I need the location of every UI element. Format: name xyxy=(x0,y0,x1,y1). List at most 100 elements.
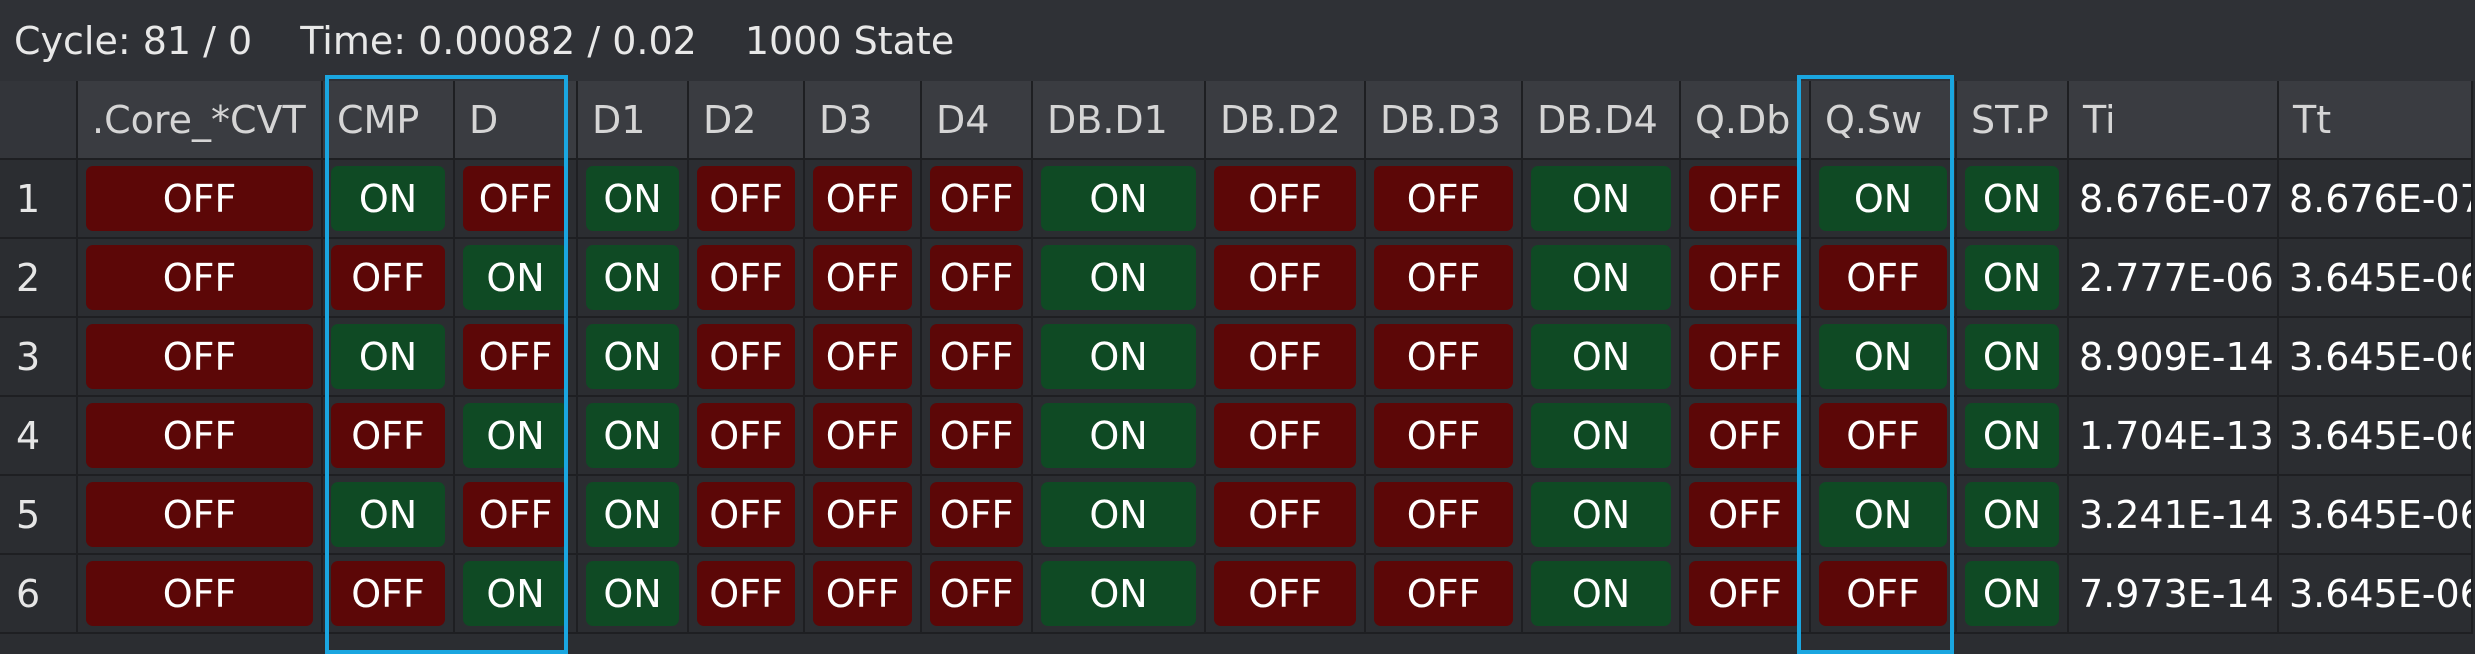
cell-tt[interactable]: 8.676E-07 xyxy=(2279,160,2473,239)
cell-ti[interactable]: 2.777E-06 xyxy=(2069,239,2279,318)
cell-core_cvt[interactable]: OFF xyxy=(78,476,323,555)
cell-db_d1[interactable]: ON xyxy=(1033,160,1206,239)
column-header-d3[interactable]: D3 xyxy=(805,81,922,160)
cell-tt[interactable]: 3.645E-06 xyxy=(2279,555,2473,634)
cell-d2[interactable]: OFF xyxy=(689,555,805,634)
cell-st_p[interactable]: ON xyxy=(1957,318,2069,397)
cell-core_cvt[interactable]: OFF xyxy=(78,318,323,397)
cell-db_d3[interactable]: OFF xyxy=(1366,397,1523,476)
column-header-db_d4[interactable]: DB.D4 xyxy=(1523,81,1681,160)
cell-ti[interactable]: 8.676E-07 xyxy=(2069,160,2279,239)
column-header-row[interactable] xyxy=(0,81,78,160)
table-row[interactable]: 2 OFF OFF ON ON OFF OFF OFF ON OFF OFF ON OFF OFF ON 2.… xyxy=(0,239,2475,318)
cell-d3[interactable]: OFF xyxy=(805,555,922,634)
cell-db_d2[interactable]: OFF xyxy=(1206,239,1366,318)
cell-db_d2[interactable]: OFF xyxy=(1206,318,1366,397)
cell-d[interactable]: OFF xyxy=(455,318,578,397)
cell-db_d2[interactable]: OFF xyxy=(1206,397,1366,476)
cell-tt[interactable]: 3.645E-06 xyxy=(2279,397,2473,476)
cell-d3[interactable]: OFF xyxy=(805,397,922,476)
cell-d4[interactable]: OFF xyxy=(922,397,1033,476)
cell-d3[interactable]: OFF xyxy=(805,239,922,318)
cell-q_sw[interactable]: OFF xyxy=(1811,397,1957,476)
cell-tt[interactable]: 3.645E-06 xyxy=(2279,318,2473,397)
cell-db_d1[interactable]: ON xyxy=(1033,239,1206,318)
column-header-d1[interactable]: D1 xyxy=(578,81,689,160)
cell-d4[interactable]: OFF xyxy=(922,160,1033,239)
cell-d2[interactable]: OFF xyxy=(689,397,805,476)
column-header-db_d3[interactable]: DB.D3 xyxy=(1366,81,1523,160)
cell-db_d1[interactable]: ON xyxy=(1033,397,1206,476)
cell-q_sw[interactable]: ON xyxy=(1811,476,1957,555)
column-header-q_db[interactable]: Q.Db xyxy=(1681,81,1811,160)
column-header-q_sw[interactable]: Q.Sw xyxy=(1811,81,1957,160)
cell-q_db[interactable]: OFF xyxy=(1681,476,1811,555)
cell-ti[interactable]: 3.241E-14 xyxy=(2069,476,2279,555)
cell-db_d4[interactable]: ON xyxy=(1523,239,1681,318)
cell-d4[interactable]: OFF xyxy=(922,555,1033,634)
cell-st_p[interactable]: ON xyxy=(1957,476,2069,555)
cell-db_d2[interactable]: OFF xyxy=(1206,555,1366,634)
cell-q_db[interactable]: OFF xyxy=(1681,160,1811,239)
cell-tt[interactable]: 3.645E-06 xyxy=(2279,239,2473,318)
cell-db_d3[interactable]: OFF xyxy=(1366,555,1523,634)
cell-core_cvt[interactable]: OFF xyxy=(78,160,323,239)
cell-d2[interactable]: OFF xyxy=(689,160,805,239)
cell-db_d1[interactable]: ON xyxy=(1033,555,1206,634)
column-header-db_d2[interactable]: DB.D2 xyxy=(1206,81,1366,160)
cell-d3[interactable]: OFF xyxy=(805,476,922,555)
cell-ti[interactable]: 1.704E-13 xyxy=(2069,397,2279,476)
cell-d[interactable]: ON xyxy=(455,555,578,634)
cell-q_db[interactable]: OFF xyxy=(1681,555,1811,634)
column-header-d2[interactable]: D2 xyxy=(689,81,805,160)
column-header-ti[interactable]: Ti xyxy=(2069,81,2279,160)
cell-ti[interactable]: 8.909E-14 xyxy=(2069,318,2279,397)
cell-d2[interactable]: OFF xyxy=(689,239,805,318)
cell-st_p[interactable]: ON xyxy=(1957,397,2069,476)
cell-d1[interactable]: ON xyxy=(578,318,689,397)
column-header-d4[interactable]: D4 xyxy=(922,81,1033,160)
cell-d1[interactable]: ON xyxy=(578,239,689,318)
cell-q_sw[interactable]: ON xyxy=(1811,318,1957,397)
cell-core_cvt[interactable]: OFF xyxy=(78,555,323,634)
column-header-cmp[interactable]: CMP xyxy=(323,81,455,160)
column-header-d[interactable]: D xyxy=(455,81,578,160)
table-row[interactable]: 5 OFF ON OFF ON OFF OFF OFF ON OFF OFF ON OFF ON ON 3.2… xyxy=(0,476,2475,555)
cell-d[interactable]: ON xyxy=(455,239,578,318)
cell-d[interactable]: ON xyxy=(455,397,578,476)
cell-d1[interactable]: ON xyxy=(578,160,689,239)
cell-db_d3[interactable]: OFF xyxy=(1366,239,1523,318)
cell-d1[interactable]: ON xyxy=(578,476,689,555)
cell-cmp[interactable]: ON xyxy=(323,318,455,397)
cell-d[interactable]: OFF xyxy=(455,160,578,239)
cell-d3[interactable]: OFF xyxy=(805,318,922,397)
cell-q_db[interactable]: OFF xyxy=(1681,239,1811,318)
cell-st_p[interactable]: ON xyxy=(1957,160,2069,239)
cell-db_d4[interactable]: ON xyxy=(1523,555,1681,634)
cell-d4[interactable]: OFF xyxy=(922,239,1033,318)
cell-db_d1[interactable]: ON xyxy=(1033,318,1206,397)
cell-db_d1[interactable]: ON xyxy=(1033,476,1206,555)
cell-core_cvt[interactable]: OFF xyxy=(78,239,323,318)
cell-d4[interactable]: OFF xyxy=(922,318,1033,397)
table-row[interactable]: 3 OFF ON OFF ON OFF OFF OFF ON OFF OFF ON OFF ON ON 8.9… xyxy=(0,318,2475,397)
cell-d2[interactable]: OFF xyxy=(689,476,805,555)
cell-q_sw[interactable]: OFF xyxy=(1811,555,1957,634)
cell-st_p[interactable]: ON xyxy=(1957,555,2069,634)
cell-cmp[interactable]: OFF xyxy=(323,397,455,476)
cell-db_d2[interactable]: OFF xyxy=(1206,476,1366,555)
cell-cmp[interactable]: OFF xyxy=(323,555,455,634)
cell-db_d4[interactable]: ON xyxy=(1523,476,1681,555)
cell-d2[interactable]: OFF xyxy=(689,318,805,397)
cell-d1[interactable]: ON xyxy=(578,555,689,634)
cell-q_sw[interactable]: OFF xyxy=(1811,239,1957,318)
table-row[interactable]: 1 OFF ON OFF ON OFF OFF OFF ON OFF OFF ON OFF ON ON 8.6… xyxy=(0,160,2475,239)
cell-cmp[interactable]: ON xyxy=(323,476,455,555)
cell-st_p[interactable]: ON xyxy=(1957,239,2069,318)
column-header-db_d1[interactable]: DB.D1 xyxy=(1033,81,1206,160)
cell-core_cvt[interactable]: OFF xyxy=(78,397,323,476)
cell-db_d4[interactable]: ON xyxy=(1523,318,1681,397)
cell-tt[interactable]: 3.645E-06 xyxy=(2279,476,2473,555)
cell-db_d3[interactable]: OFF xyxy=(1366,476,1523,555)
column-header-tt[interactable]: Tt xyxy=(2279,81,2473,160)
